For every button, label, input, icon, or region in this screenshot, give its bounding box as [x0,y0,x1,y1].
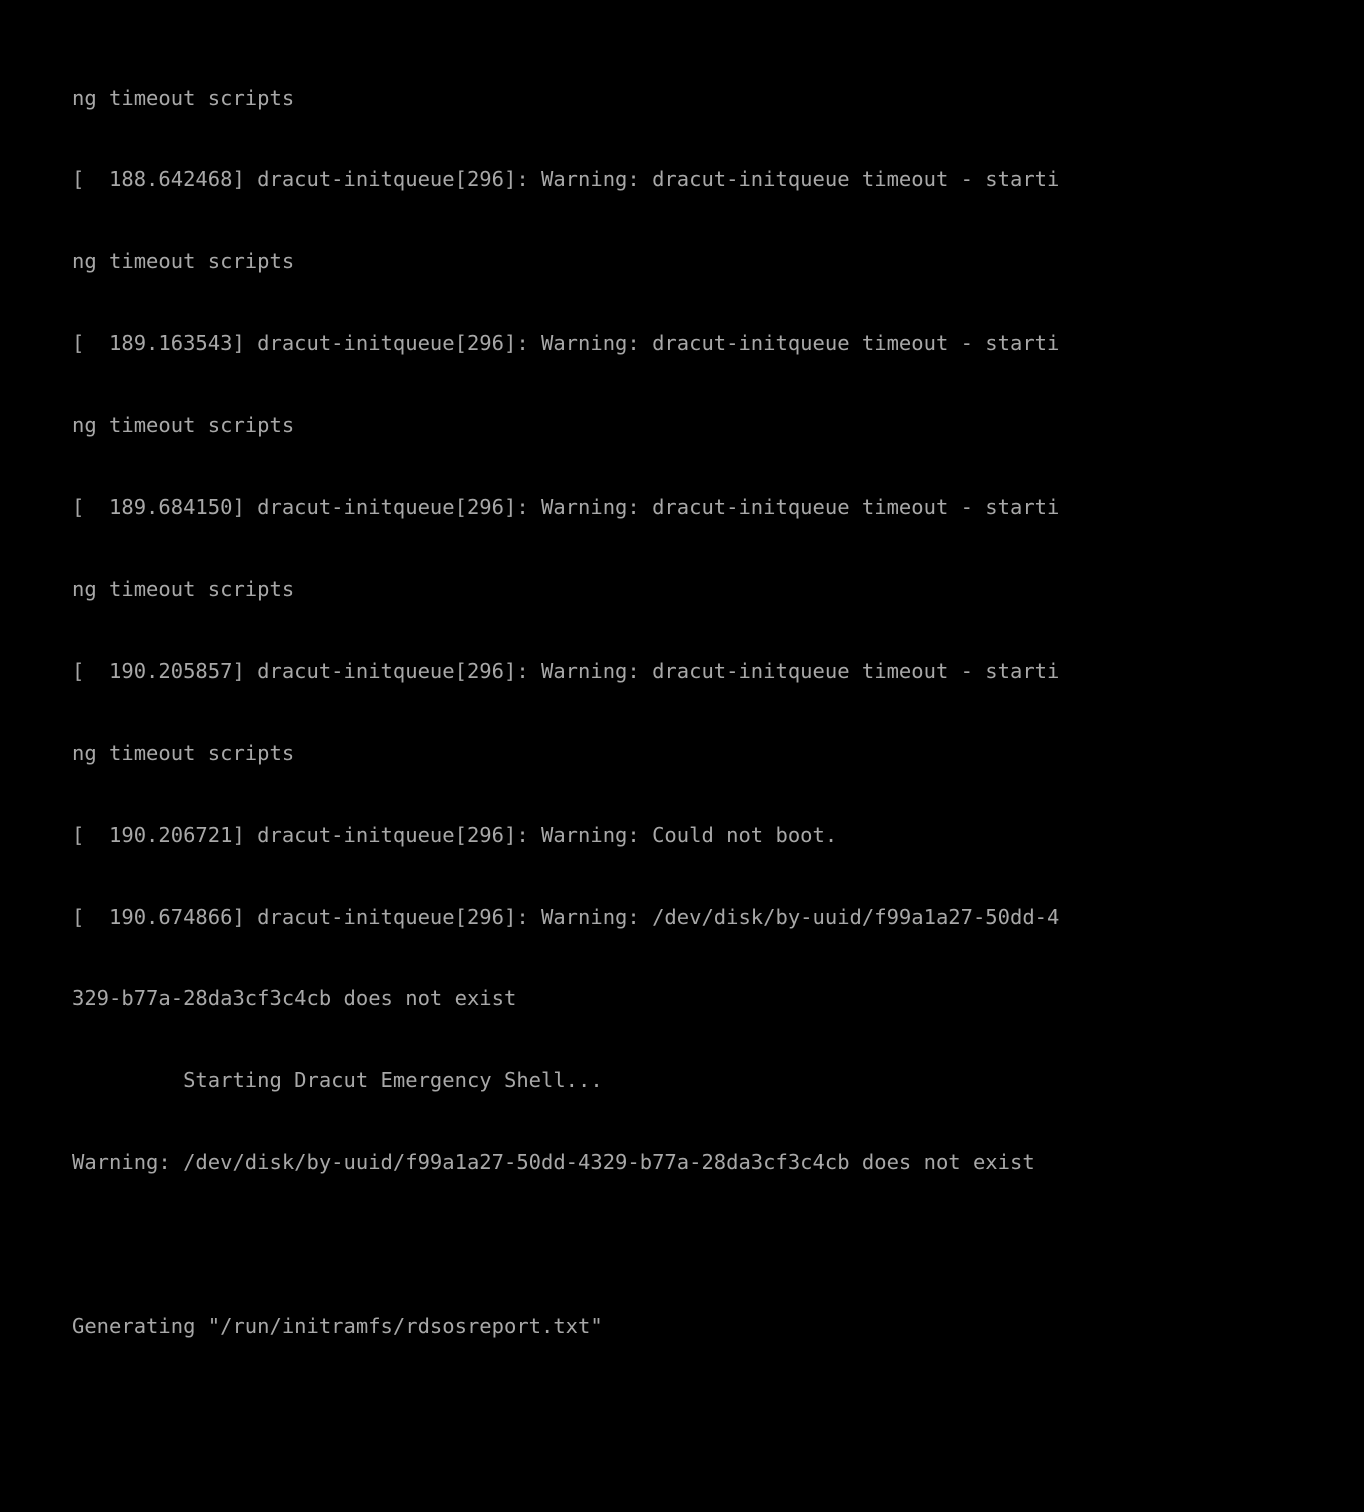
console-line: [ 189.163543] dracut-initqueue[296]: War… [72,331,1060,356]
console-line: [ 188.642468] dracut-initqueue[296]: War… [72,167,1060,192]
console-line: ng timeout scripts [72,413,295,438]
console-line: Generating "/run/initramfs/rdsosreport.t… [72,1313,603,1338]
console-line: [ 190.206721] dracut-initqueue[296]: War… [72,822,838,847]
tty-console-screen: ng timeout scripts [ 188.642468] dracut-… [0,0,1364,1338]
console-line: ng timeout scripts [72,740,295,765]
console-text-output: ng timeout scripts [ 188.642468] dracut-… [72,30,1322,1512]
console-line: 329-b77a-28da3cf3c4cb does not exist [72,986,517,1011]
console-line: ng timeout scripts [72,249,295,274]
console-line: Starting Dracut Emergency Shell... [72,1068,603,1093]
console-line: [ 190.205857] dracut-initqueue[296]: War… [72,658,1060,683]
console-line: [ 189.684150] dracut-initqueue[296]: War… [72,495,1060,520]
console-line: [ 190.674866] dracut-initqueue[296]: War… [72,904,1060,929]
console-line: ng timeout scripts [72,576,295,601]
console-line: ng timeout scripts [72,85,295,110]
console-line: Warning: /dev/disk/by-uuid/f99a1a27-50dd… [72,1150,1035,1175]
